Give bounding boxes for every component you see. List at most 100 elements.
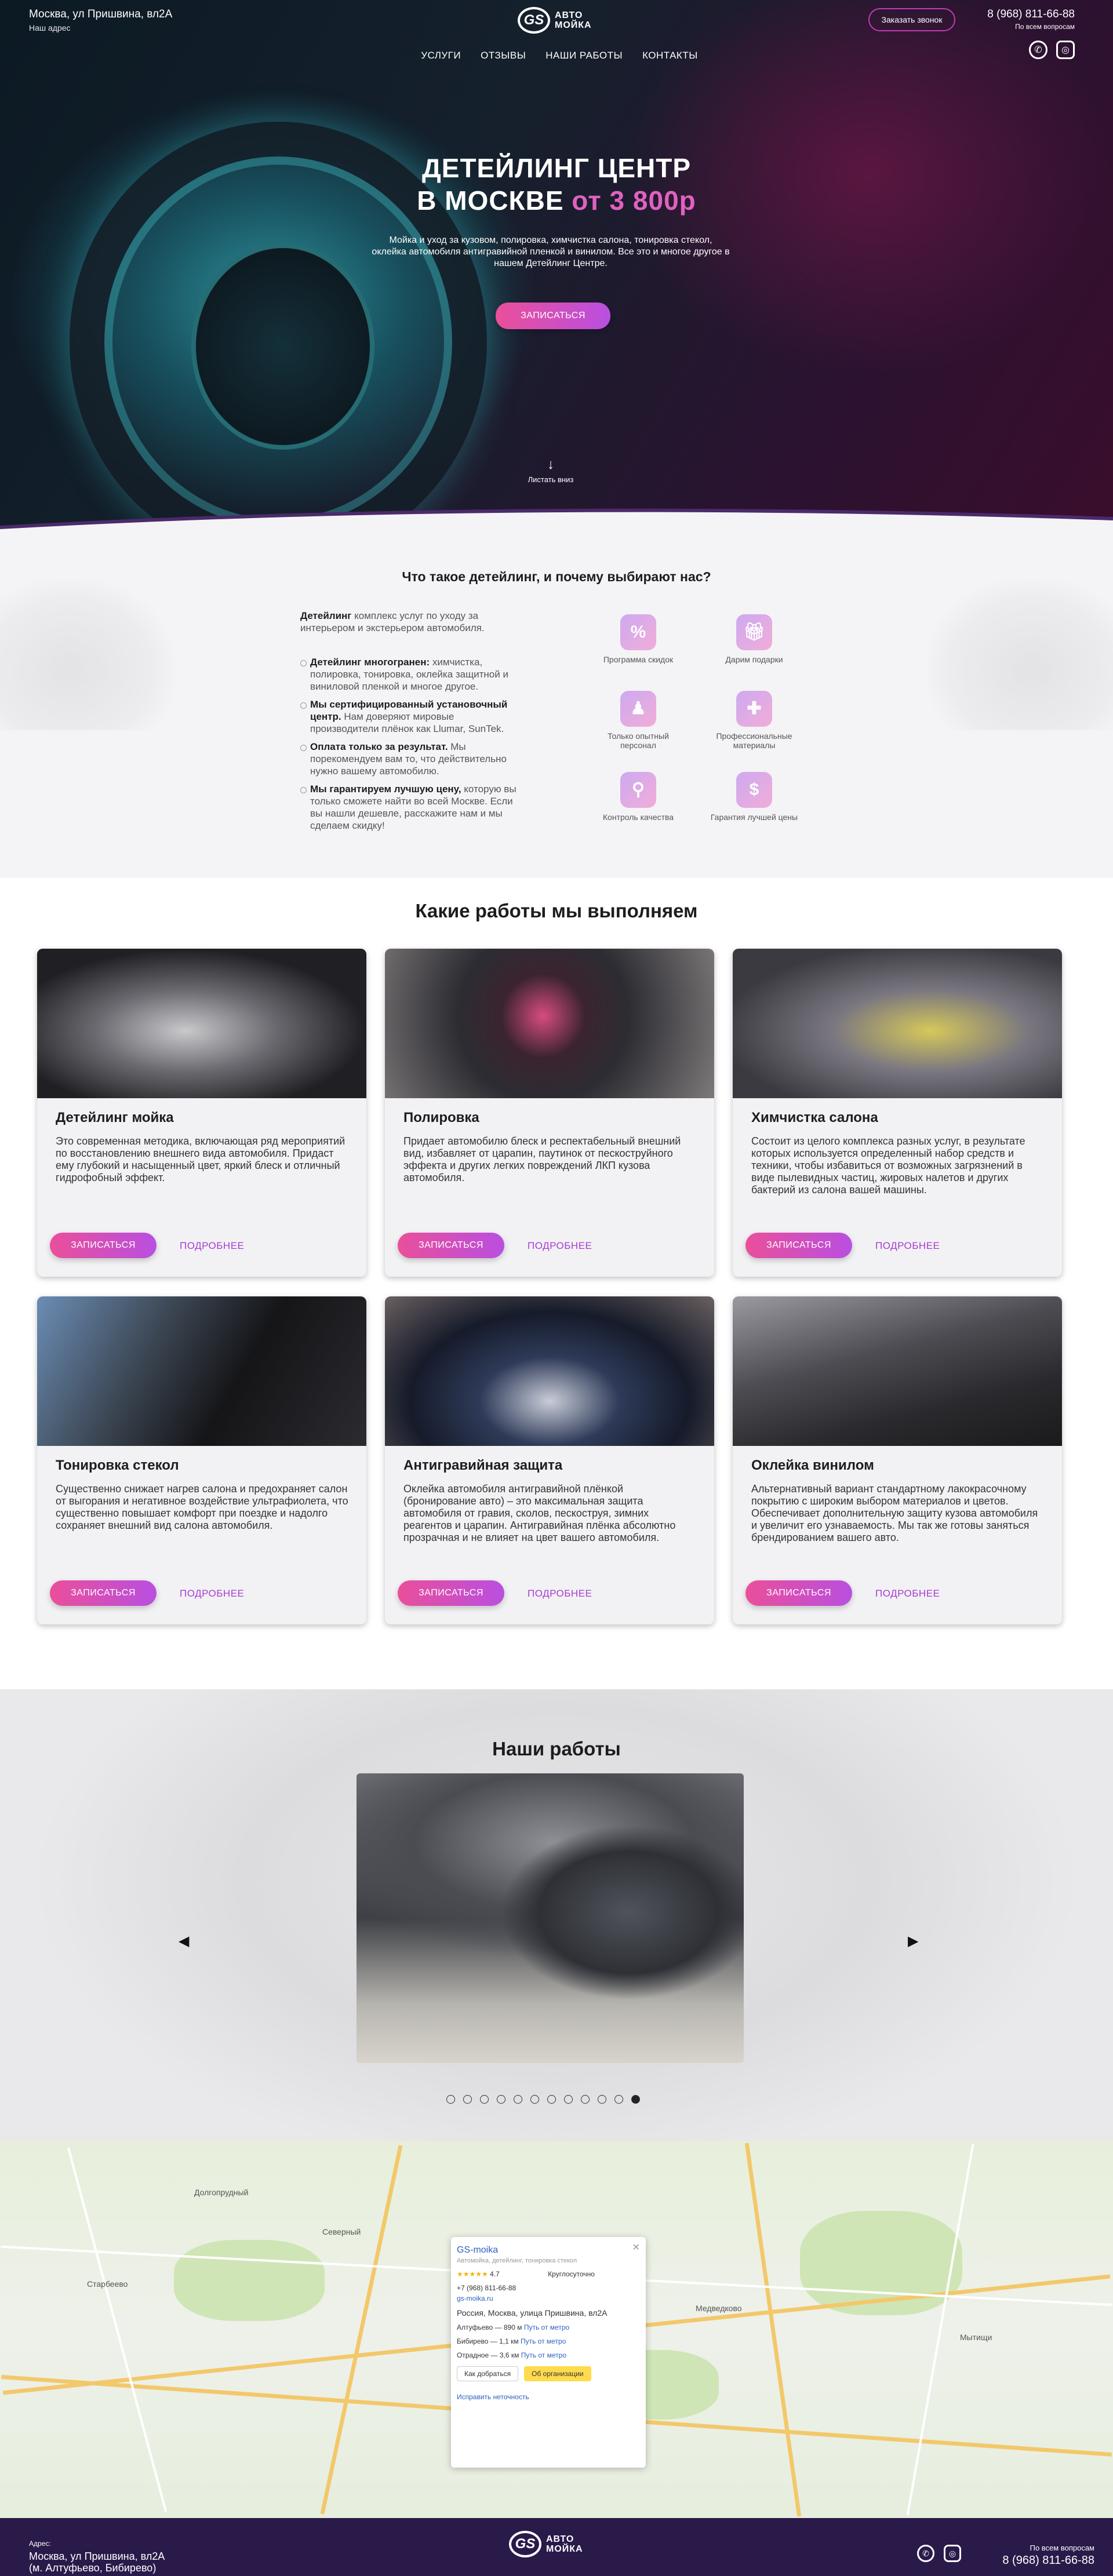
hero-book-button[interactable]: ЗАПИСАТЬСЯ bbox=[496, 303, 610, 329]
service-text: Состоит из целого комплекса разных услуг… bbox=[751, 1135, 1025, 1196]
service-more-link[interactable]: ПОДРОБНЕЕ bbox=[875, 1240, 940, 1252]
nav-works[interactable]: НАШИ РАБОТЫ bbox=[545, 50, 623, 61]
nav-contacts[interactable]: КОНТАКТЫ bbox=[642, 50, 698, 61]
map-section[interactable]: Долгопрудный Мытищи Старбеево Северный М… bbox=[0, 2141, 1113, 2518]
service-more-link[interactable]: ПОДРОБНЕЕ bbox=[180, 1240, 244, 1252]
whatsapp-icon[interactable]: ✆ bbox=[1029, 41, 1047, 59]
service-title: Тонировка стекол bbox=[56, 1458, 179, 1473]
header-address-sub: Наш адрес bbox=[29, 23, 71, 32]
service-book-button[interactable]: ЗАПИСАТЬСЯ bbox=[745, 1233, 852, 1258]
close-icon[interactable]: ✕ bbox=[632, 2242, 640, 2253]
route-button[interactable]: Как добраться bbox=[457, 2366, 519, 2381]
service-card: Детейлинг мойка Это современная методика… bbox=[37, 949, 366, 1277]
map-label: Долгопрудный bbox=[194, 2188, 249, 2197]
popup-rating-row: ★★★★★ 4.7 Круглосуточно bbox=[457, 2270, 640, 2278]
service-title: Химчистка салона bbox=[751, 1110, 878, 1125]
slider-dot[interactable] bbox=[463, 2095, 472, 2104]
popup-metro-row: Бибирево — 1,1 км Путь от метро bbox=[457, 2337, 640, 2345]
magnifier-icon: ⚲ bbox=[620, 772, 656, 808]
call-request-button[interactable]: Заказать звонок bbox=[868, 8, 955, 31]
slider-dot[interactable] bbox=[581, 2095, 590, 2104]
service-book-button[interactable]: ЗАПИСАТЬСЯ bbox=[398, 1580, 504, 1606]
metro-route-link[interactable]: Путь от метро bbox=[521, 2337, 566, 2345]
scroll-down[interactable]: ↓ Листать вниз bbox=[504, 458, 597, 484]
service-image bbox=[385, 949, 714, 1098]
footer-phone-link[interactable]: 8 (968) 811-66-88 bbox=[1002, 2554, 1094, 2567]
service-book-button[interactable]: ЗАПИСАТЬСЯ bbox=[50, 1580, 157, 1606]
logo-text: АВТО МОЙКА bbox=[555, 10, 592, 30]
footer-logo[interactable]: GS АВТО МОЙКА bbox=[509, 2531, 583, 2557]
service-image bbox=[37, 1296, 366, 1446]
why-point-bold: Детейлинг многогранен: bbox=[310, 657, 430, 668]
footer-phone-label: По всем вопросам bbox=[1030, 2544, 1094, 2552]
service-book-button[interactable]: ЗАПИСАТЬСЯ bbox=[50, 1233, 157, 1258]
nav-services[interactable]: УСЛУГИ bbox=[421, 50, 461, 61]
service-image bbox=[733, 1296, 1062, 1446]
service-image bbox=[37, 949, 366, 1098]
slider-dot[interactable] bbox=[631, 2095, 640, 2104]
header-phone: 8 (968) 811-66-88 По всем вопросам bbox=[984, 8, 1075, 31]
instagram-icon[interactable]: ◎ bbox=[944, 2545, 961, 2562]
why-section: Что такое детейлинг, и почему выбирают н… bbox=[0, 539, 1113, 878]
service-book-button[interactable]: ЗАПИСАТЬСЯ bbox=[398, 1233, 504, 1258]
popup-phone[interactable]: +7 (968) 811-66-88 bbox=[457, 2284, 640, 2292]
map-popup: ✕ GS-moika Автомойка, детейлинг, тониров… bbox=[451, 2237, 646, 2468]
service-text: Существенно снижает нагрев салона и пред… bbox=[56, 1483, 348, 1531]
nav-reviews[interactable]: ОТЗЫВЫ bbox=[481, 50, 526, 61]
instagram-icon[interactable]: ◎ bbox=[1056, 41, 1075, 59]
why-point-bold: Оплата только за результат. bbox=[310, 741, 448, 752]
header-phone-link[interactable]: 8 (968) 811-66-88 bbox=[987, 8, 1075, 20]
decor-car-left bbox=[0, 580, 174, 730]
service-more-link[interactable]: ПОДРОБНЕЕ bbox=[875, 1588, 940, 1599]
whatsapp-icon[interactable]: ✆ bbox=[917, 2545, 934, 2562]
slider-dot[interactable] bbox=[598, 2095, 606, 2104]
works-slide-image bbox=[357, 1773, 744, 2063]
metro-name: Алтуфьево — 890 м bbox=[457, 2323, 522, 2331]
why-points: Детейлинг многогранен: химчистка, полиро… bbox=[300, 656, 518, 832]
why-point: Мы гарантируем лучшую цену, которую вы т… bbox=[300, 783, 518, 832]
slider-dot[interactable] bbox=[497, 2095, 505, 2104]
hero-title-line-1: ДЕТЕЙЛИНГ ЦЕНТР bbox=[422, 153, 691, 183]
why-point: Детейлинг многогранен: химчистка, полиро… bbox=[300, 656, 518, 693]
map-road bbox=[744, 2143, 802, 2517]
why-title: Что такое детейлинг, и почему выбирают н… bbox=[402, 569, 711, 584]
slider-dot[interactable] bbox=[446, 2095, 455, 2104]
metro-route-link[interactable]: Путь от метро bbox=[524, 2323, 569, 2331]
slider-prev-icon[interactable]: ◀ bbox=[179, 1933, 189, 1950]
popup-site[interactable]: gs-moika.ru bbox=[457, 2294, 640, 2302]
slider-dot[interactable] bbox=[564, 2095, 573, 2104]
slider-next-icon[interactable]: ▶ bbox=[908, 1933, 918, 1950]
popup-address: Россия, Москва, улица Пришвина, вл2А bbox=[457, 2308, 608, 2318]
feature-discounts: % Программа скидок bbox=[589, 614, 688, 664]
about-org-button[interactable]: Об организации bbox=[524, 2366, 591, 2381]
feature-label: Гарантия лучшей цены bbox=[710, 812, 798, 822]
service-book-button[interactable]: ЗАПИСАТЬСЯ bbox=[745, 1580, 852, 1606]
service-more-link[interactable]: ПОДРОБНЕЕ bbox=[528, 1240, 592, 1252]
slider-dot[interactable] bbox=[530, 2095, 539, 2104]
slider-dot[interactable] bbox=[514, 2095, 522, 2104]
hero-description: Мойка и уход за кузовом, полировка, химч… bbox=[372, 235, 730, 268]
slider-dots bbox=[446, 2095, 640, 2104]
service-more-link[interactable]: ПОДРОБНЕЕ bbox=[528, 1588, 592, 1599]
fix-link[interactable]: Исправить неточность bbox=[457, 2393, 640, 2401]
slider-dot[interactable] bbox=[480, 2095, 489, 2104]
service-more-link[interactable]: ПОДРОБНЕЕ bbox=[180, 1588, 244, 1599]
slider-dot[interactable] bbox=[614, 2095, 623, 2104]
metro-route-link[interactable]: Путь от метро bbox=[521, 2351, 566, 2359]
service-card: Полировка Придает автомобилю блеск и рес… bbox=[385, 949, 714, 1277]
slider-dot[interactable] bbox=[547, 2095, 556, 2104]
service-image bbox=[385, 1296, 714, 1446]
gift-icon: 🎁︎ bbox=[736, 614, 772, 650]
feature-label: Профессиональные материалы bbox=[716, 731, 792, 750]
header-address: Москва, ул Пришвина, вл2А Наш адрес bbox=[29, 8, 172, 32]
works-title: Наши работы bbox=[492, 1738, 621, 1759]
logo-text-line-1: АВТО bbox=[546, 2534, 574, 2544]
service-title: Антигравийная защита bbox=[403, 1458, 563, 1473]
header-logo[interactable]: GS АВТО МОЙКА bbox=[518, 7, 592, 34]
service-card: Тонировка стекол Существенно снижает наг… bbox=[37, 1296, 366, 1624]
why-text: Детейлинг комплекс услуг по уходу за инт… bbox=[300, 610, 518, 837]
map-road bbox=[320, 2145, 403, 2515]
map-park bbox=[174, 2240, 325, 2321]
service-text: Это современная методика, включающая ряд… bbox=[56, 1135, 345, 1183]
services-title: Какие работы мы выполняем bbox=[415, 900, 698, 921]
